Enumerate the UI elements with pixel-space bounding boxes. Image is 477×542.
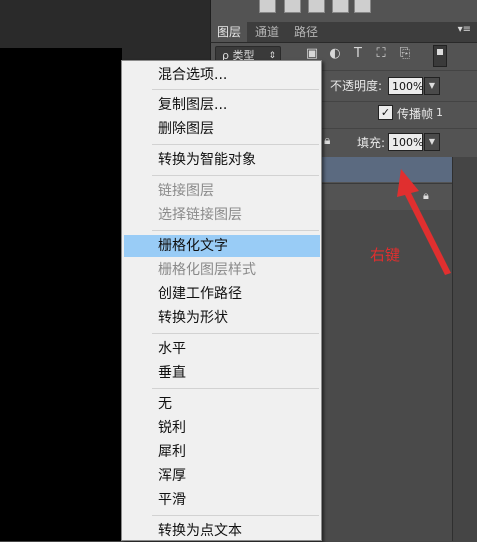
menu-item-anti-alias-smooth[interactable]: 平滑 (124, 489, 320, 511)
menu-separator (152, 333, 319, 334)
menu-separator (152, 89, 319, 90)
menu-item-blending-options[interactable]: 混合选项... (124, 64, 320, 86)
menu-item-anti-alias-sharp[interactable]: 锐利 (124, 417, 320, 439)
menu-item-convert-smart-object[interactable]: 转换为智能对象 (124, 149, 320, 171)
type-filter-icon[interactable]: T (351, 47, 365, 61)
menu-separator (152, 175, 319, 176)
menu-item-duplicate-layer[interactable]: 复制图层... (124, 94, 320, 116)
fill-label: 填充: (357, 136, 386, 150)
propagate-label: 传播帧 (397, 107, 434, 121)
opacity-dropdown-button[interactable]: ▼ (424, 77, 440, 95)
frame-number: 1 (436, 106, 443, 119)
smart-object-filter-icon[interactable]: ⎘ (398, 47, 412, 61)
menu-item-convert-to-point-text[interactable]: 转换为点文本 (124, 520, 320, 542)
preset-icon[interactable] (354, 0, 371, 13)
annotation-arrow-icon (397, 169, 451, 275)
preset-icon[interactable] (259, 0, 276, 13)
lock-all-icon[interactable]: 🔒︎ (324, 133, 330, 148)
menu-item-link-layers: 链接图层 (158, 183, 214, 199)
tab-channels[interactable]: 通道 (249, 22, 285, 42)
menu-item-select-linked-layers: 选择链接图层 (158, 207, 242, 223)
preset-icon[interactable] (308, 0, 325, 13)
menu-item-rasterize-type[interactable]: 栅格化文字 (124, 235, 320, 257)
adjustment-filter-icon[interactable]: ◐ (328, 47, 342, 61)
fill-dropdown-button[interactable]: ▼ (424, 133, 440, 151)
menu-item-create-work-path[interactable]: 创建工作路径 (124, 283, 320, 305)
preset-icon[interactable] (332, 0, 349, 13)
panel-menu-icon[interactable]: ▾≡ (458, 24, 471, 35)
preset-icon[interactable] (284, 0, 301, 13)
propagate-checkbox[interactable]: ✓ (378, 105, 393, 120)
menu-item-vertical[interactable]: 垂直 (124, 362, 320, 384)
menu-separator (152, 144, 319, 145)
menu-separator (152, 515, 319, 516)
menu-item-anti-alias-strong[interactable]: 浑厚 (124, 465, 320, 487)
menu-separator (152, 230, 319, 231)
tool-presets-strip (210, 0, 477, 22)
menu-item-anti-alias-crisp[interactable]: 犀利 (124, 441, 320, 463)
panel-tabbar: 图层 通道 路径 (210, 22, 477, 43)
tab-paths[interactable]: 路径 (288, 22, 324, 42)
menu-item-convert-to-shape[interactable]: 转换为形状 (124, 307, 320, 329)
document-canvas[interactable] (0, 48, 122, 541)
menu-item-anti-alias-none[interactable]: 无 (124, 393, 320, 415)
tab-layers[interactable]: 图层 (211, 22, 248, 42)
opacity-input[interactable]: 100% (388, 77, 423, 95)
shape-filter-icon[interactable]: ⛶ (374, 47, 388, 61)
opacity-label: 不透明度: (330, 79, 383, 93)
menu-item-horizontal[interactable]: 水平 (124, 338, 320, 360)
filter-toggle[interactable] (433, 45, 447, 67)
menu-item-delete-layer[interactable]: 删除图层 (124, 118, 320, 140)
menu-separator (152, 388, 319, 389)
menu-item-rasterize-layer-style: 栅格化图层样式 (158, 262, 256, 278)
pixel-layer-filter-icon[interactable]: ▣ (305, 47, 319, 61)
layer-context-menu: 混合选项... 复制图层... 删除图层 转换为智能对象 链接图层 选择链接图层… (121, 60, 322, 541)
fill-input[interactable]: 100% (388, 133, 423, 151)
